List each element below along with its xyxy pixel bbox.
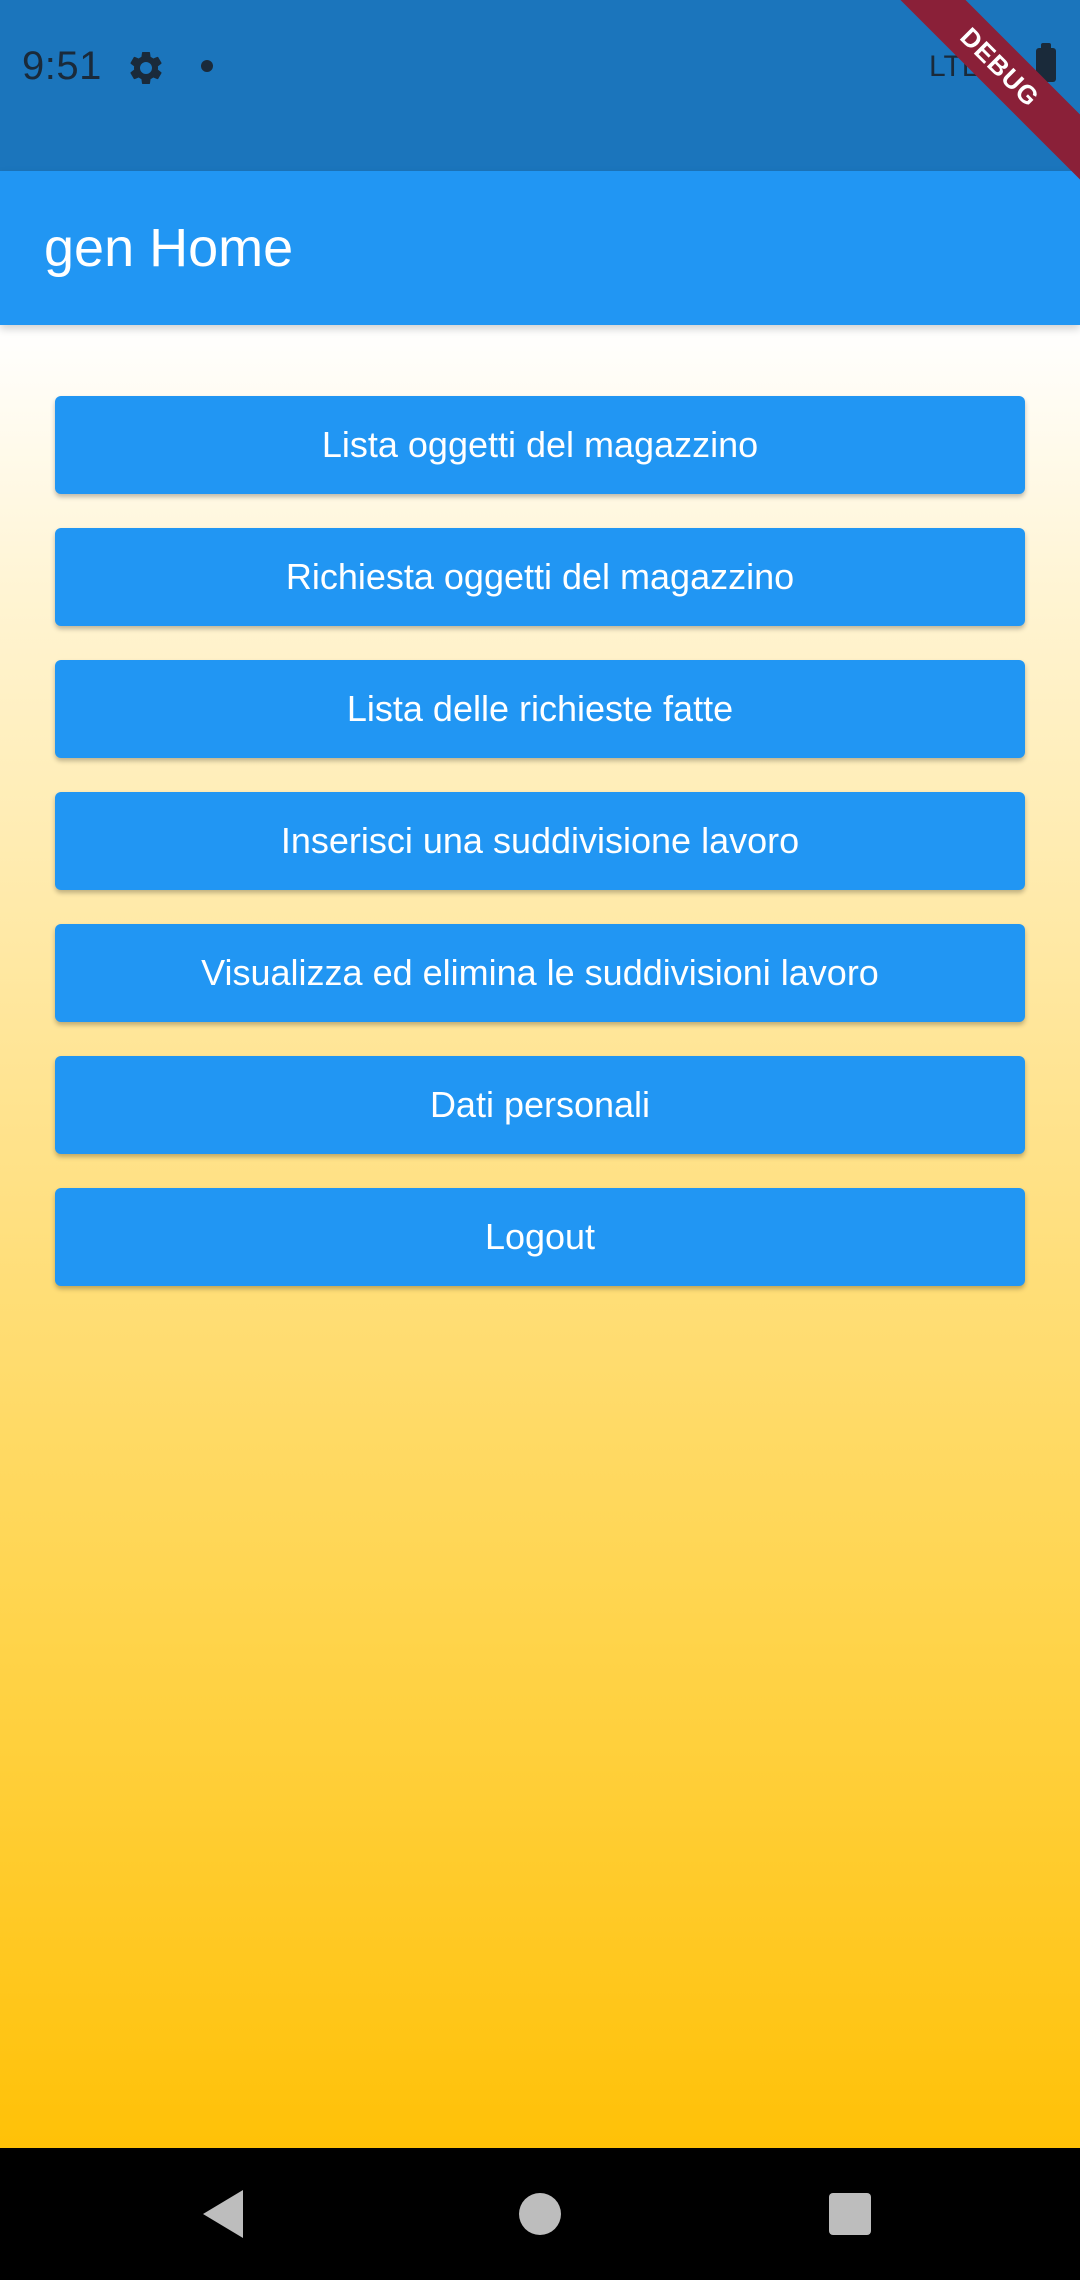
- personal-data-button[interactable]: Dati personali: [55, 1056, 1025, 1154]
- recents-icon[interactable]: [829, 2193, 871, 2235]
- home-content: Lista oggetti del magazzino Richiesta og…: [0, 325, 1080, 2148]
- back-icon[interactable]: [203, 2190, 243, 2238]
- gear-icon: [130, 51, 162, 84]
- warehouse-items-request-button[interactable]: Richiesta oggetti del magazzino: [55, 528, 1025, 626]
- notification-dot-icon: [201, 60, 213, 72]
- screen: 9:51 LTE DEBUG gen Home Lista oggetti de…: [0, 0, 1080, 2280]
- app-bar: gen Home: [0, 171, 1080, 325]
- warehouse-items-list-button[interactable]: Lista oggetti del magazzino: [55, 396, 1025, 494]
- insert-work-division-button[interactable]: Inserisci una suddivisione lavoro: [55, 792, 1025, 890]
- page-title: gen Home: [44, 218, 294, 278]
- logout-button[interactable]: Logout: [55, 1188, 1025, 1286]
- system-navigation-bar: [0, 2148, 1080, 2280]
- status-bar: 9:51 LTE: [0, 0, 1080, 171]
- status-time: 9:51: [22, 44, 102, 88]
- view-delete-work-divisions-button[interactable]: Visualizza ed elimina le suddivisioni la…: [55, 924, 1025, 1022]
- requests-made-list-button[interactable]: Lista delle richieste fatte: [55, 660, 1025, 758]
- home-icon[interactable]: [519, 2193, 561, 2235]
